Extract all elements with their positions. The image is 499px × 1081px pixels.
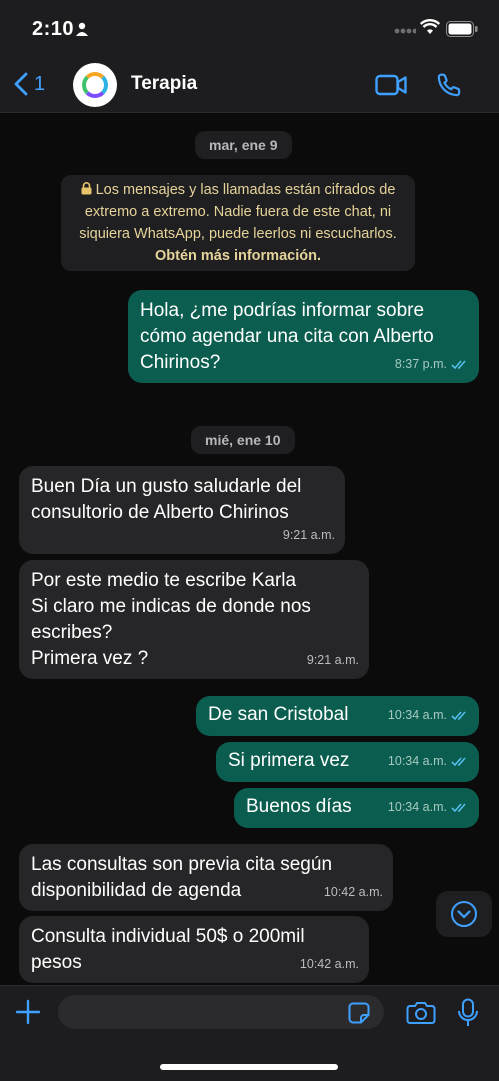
message-time: 10:34 a.m.	[387, 800, 447, 814]
wifi-icon	[420, 19, 440, 34]
encryption-notice[interactable]: Los mensajes y las llamadas están cifrad…	[61, 175, 415, 271]
logo-icon	[82, 72, 108, 98]
signal-dots-icon	[394, 28, 416, 34]
chevron-down-circle-icon	[451, 901, 477, 927]
message-meta: 10:34 a.m.	[388, 702, 469, 728]
lock-icon	[81, 182, 92, 195]
message-text: Buenos días	[246, 796, 352, 817]
message-outgoing[interactable]: Buenos días 10:34 a.m.	[234, 788, 479, 828]
message-meta: 10:34 a.m.	[388, 794, 469, 820]
message-time: 10:34 a.m.	[387, 708, 447, 722]
message-incoming[interactable]: Por este medio te escribe Karla Si claro…	[19, 560, 369, 679]
encryption-link[interactable]: Obtén más información.	[155, 248, 321, 264]
input-bar	[0, 985, 499, 1081]
message-meta: 9:21 a.m.	[307, 647, 359, 673]
chat-title[interactable]: Terapia	[131, 73, 197, 95]
message-text: Por este medio te escribe Karla Si claro…	[31, 570, 311, 669]
message-outgoing[interactable]: Si primera vez 10:34 a.m.	[216, 742, 479, 782]
avatar[interactable]	[73, 63, 117, 107]
read-ticks-icon	[451, 756, 466, 766]
home-indicator[interactable]	[160, 1064, 338, 1070]
message-meta: 10:42 a.m.	[324, 879, 383, 905]
message-time: 10:42 a.m.	[299, 957, 359, 971]
message-input[interactable]	[58, 995, 384, 1029]
plus-icon[interactable]	[14, 998, 42, 1026]
message-meta: 8:37 p.m.	[395, 351, 469, 377]
message-time: 9:21 a.m.	[282, 528, 335, 542]
message-time: 10:42 a.m.	[323, 885, 383, 899]
message-incoming[interactable]: Consulta individual 50$ o 200mil pesos 1…	[19, 916, 369, 983]
message-meta: 9:21 a.m.	[283, 522, 335, 548]
message-meta: 10:34 a.m.	[388, 748, 469, 774]
message-incoming[interactable]: Las consultas son previa cita según disp…	[19, 844, 393, 911]
read-ticks-icon	[451, 710, 466, 720]
message-meta: 10:42 a.m.	[300, 951, 359, 977]
message-text: Buen Día un gusto saludarle del consulto…	[31, 476, 302, 523]
scroll-down-button[interactable]	[436, 891, 492, 937]
chat-area[interactable]: mar, ene 9 Los mensajes y las llamadas e…	[0, 113, 499, 985]
message-outgoing[interactable]: De san Cristobal 10:34 a.m.	[196, 696, 479, 736]
message-time: 8:37 p.m.	[394, 357, 447, 371]
status-time: 2:10	[32, 18, 75, 40]
date-separator: mar, ene 9	[195, 131, 292, 159]
battery-icon	[446, 21, 478, 37]
sticker-icon[interactable]	[348, 1002, 370, 1024]
date-separator: mié, ene 10	[191, 426, 295, 454]
unread-count: 1	[34, 72, 46, 95]
message-text: De san Cristobal	[208, 704, 349, 725]
video-call-icon[interactable]	[375, 74, 407, 96]
message-time: 10:34 a.m.	[387, 754, 447, 768]
message-text: Las consultas son previa cita según disp…	[31, 854, 333, 901]
encryption-text: Los mensajes y las llamadas están cifrad…	[79, 182, 397, 242]
message-time: 9:21 a.m.	[306, 653, 359, 667]
message-text: Si primera vez	[228, 750, 350, 771]
person-icon	[76, 22, 88, 36]
read-ticks-icon	[451, 802, 466, 812]
chevron-left-icon	[14, 72, 28, 96]
phone-icon[interactable]	[436, 72, 462, 98]
back-button[interactable]: 1	[14, 72, 45, 96]
message-outgoing[interactable]: Hola, ¿me podrías informar sobre cómo ag…	[128, 290, 479, 383]
chat-header: 1 Terapia	[0, 60, 499, 113]
read-ticks-icon	[451, 359, 466, 369]
message-incoming[interactable]: Buen Día un gusto saludarle del consulto…	[19, 466, 345, 554]
camera-icon[interactable]	[406, 1001, 436, 1025]
microphone-icon[interactable]	[457, 998, 479, 1028]
status-bar: 2:10	[0, 0, 499, 60]
